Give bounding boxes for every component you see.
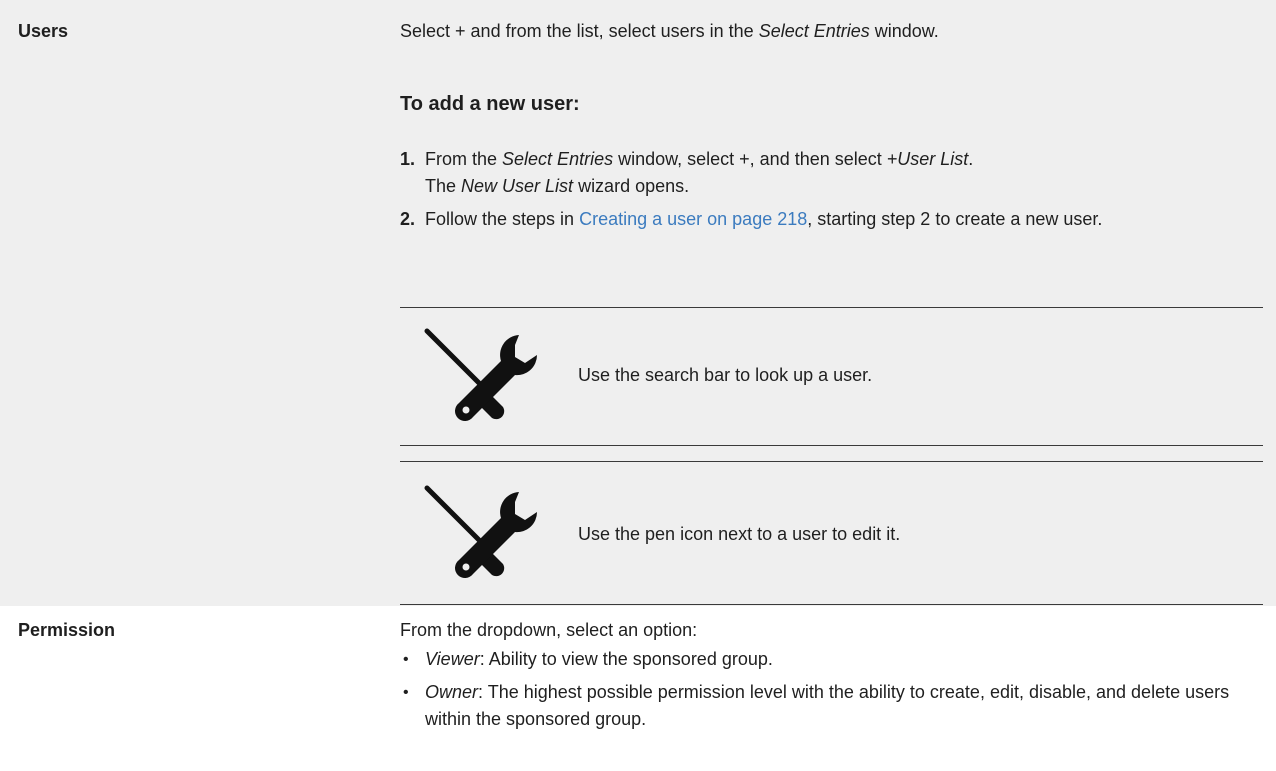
list-item: 2. Follow the steps in Creating a user o… [400,206,1245,233]
note-text: Use the search bar to look up a user. [578,365,873,385]
list-item: • Viewer: Ability to view the sponsored … [403,646,1245,673]
note-search-bar: Use the search bar to look up a user. [400,307,1263,446]
intro-text: Select + and from the list, select users… [400,21,759,41]
option-text: Owner: The highest possible permission l… [425,682,1230,729]
permission-row: Permission From the dropdown, select an … [0,606,1276,771]
add-user-heading: To add a new user: [400,93,580,115]
step-text: From the Select Entries window, select +… [425,149,974,196]
step-text: Follow the steps in Creating a user on p… [425,209,1103,229]
settings-table: Users Select + and from the list, select… [0,0,1276,771]
intro-emphasis: Select Entries [758,21,870,41]
creating-user-link[interactable]: Creating a user on page 218 [579,209,807,229]
list-item: 1. From the Select Entries window, selec… [400,146,1245,200]
users-intro: Select + and from the list, select users… [400,20,939,42]
note-text: Use the pen icon next to a user to edit … [578,524,901,544]
permission-content: From the dropdown, select an option: • V… [380,606,1265,771]
permission-intro: From the dropdown, select an option: [400,620,698,640]
permission-label: Permission [18,620,116,640]
step-number: 1. [400,149,416,169]
bullet: • [403,684,409,701]
permission-options: • Viewer: Ability to view the sponsored … [403,646,1245,739]
users-content: Select + and from the list, select users… [380,0,1265,606]
note-pen-icon: Use the pen icon next to a user to edit … [400,461,1263,605]
bullet: • [403,651,409,668]
list-item: • Owner: The highest possible permission… [403,679,1245,733]
tools-icon [424,485,538,578]
tools-icon [424,328,538,421]
step-number: 2. [400,209,416,229]
intro-text-end: window. [869,21,939,41]
users-row: Users Select + and from the list, select… [0,0,1276,606]
option-text: Viewer: Ability to view the sponsored gr… [425,649,773,669]
steps-list: 1. From the Select Entries window, selec… [400,146,1245,239]
users-label: Users [18,21,69,41]
